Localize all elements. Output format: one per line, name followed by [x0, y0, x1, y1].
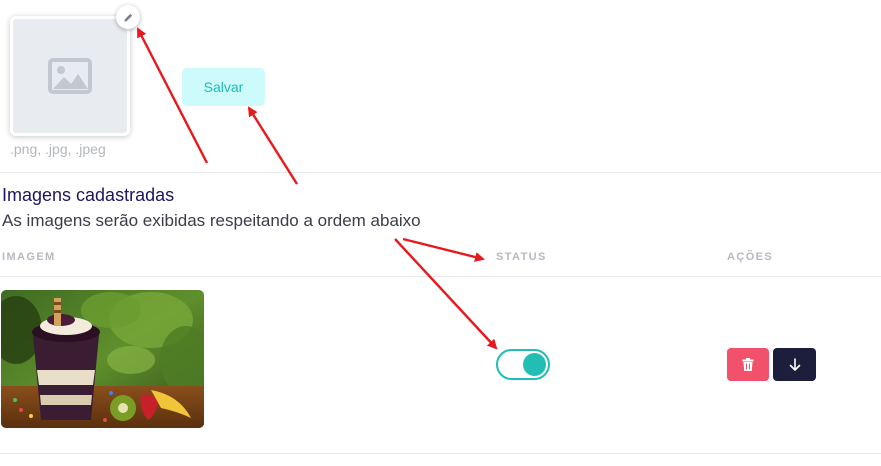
table-row-image: [1, 290, 204, 428]
column-header-status: STATUS: [496, 251, 547, 263]
image-placeholder-icon: [48, 58, 92, 94]
status-toggle[interactable]: [496, 349, 550, 380]
section-subtitle: As imagens serão exibidas respeitando a …: [2, 211, 421, 230]
column-header-actions: AÇÕES: [727, 251, 774, 263]
annotation-arrow-toggle: [394, 238, 498, 350]
column-header-image: IMAGEM: [2, 251, 56, 263]
table-header-divider: [0, 276, 881, 277]
section-title: Imagens cadastradas: [2, 185, 175, 205]
table-row-divider: [0, 453, 881, 454]
move-down-button[interactable]: [773, 348, 816, 381]
save-button[interactable]: Salvar: [182, 68, 265, 106]
arrow-down-icon: [789, 357, 800, 371]
section-divider: [0, 172, 881, 173]
annotation-arrow-status-header: [402, 237, 485, 262]
file-type-hint: .png, .jpg, .jpeg: [10, 141, 106, 157]
trash-icon: [742, 358, 754, 371]
image-upload-box[interactable]: [10, 16, 130, 136]
acai-cup-photo: [1, 290, 204, 428]
delete-button[interactable]: [727, 348, 769, 381]
pencil-icon: [123, 13, 132, 22]
toggle-knob: [523, 353, 546, 376]
edit-image-button[interactable]: [116, 5, 140, 29]
